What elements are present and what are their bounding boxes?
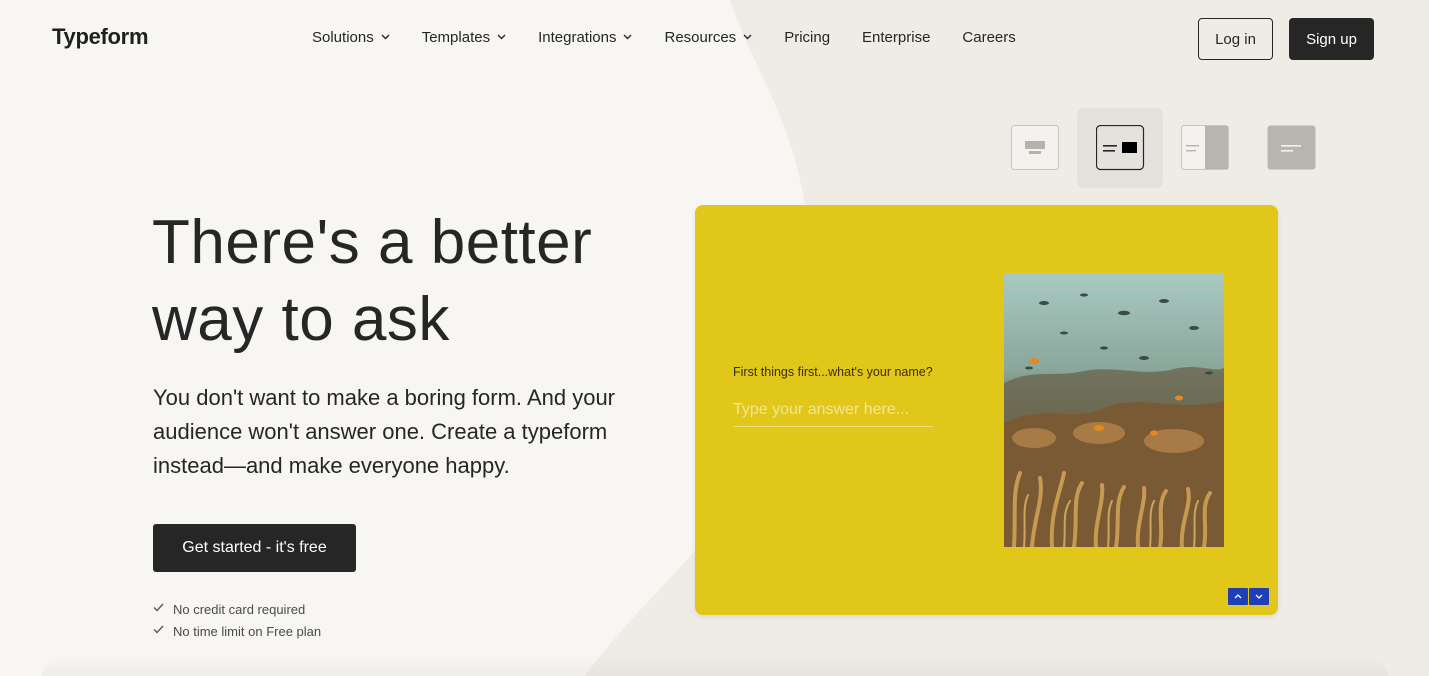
page: Typeform Solutions Templates Integration… <box>0 0 1429 676</box>
section-edge-shadow <box>40 655 1390 676</box>
layout-split-icon[interactable] <box>1095 124 1146 171</box>
signup-button[interactable]: Sign up <box>1289 18 1374 60</box>
nav-pricing[interactable]: Pricing <box>784 29 830 46</box>
nav-enterprise[interactable]: Enterprise <box>862 29 930 46</box>
typeform-logo[interactable]: Typeform <box>52 24 149 50</box>
form-preview: First things first...what's your name? T… <box>695 205 1278 615</box>
benefit-text: No time limit on Free plan <box>173 623 322 639</box>
checkmark-icon <box>153 603 165 615</box>
chevron-down-icon <box>623 32 632 42</box>
benefit-item: No time limit on Free plan <box>153 620 321 642</box>
nav-resources-label: Resources <box>664 29 737 46</box>
layout-stack-icon[interactable] <box>1011 125 1061 171</box>
benefit-item: No credit card required <box>153 598 321 620</box>
benefits-list: No credit card required No time limit on… <box>153 598 321 642</box>
nav-solutions[interactable]: Solutions <box>312 29 390 46</box>
nav-pricing-label: Pricing <box>784 29 831 46</box>
chevron-down-icon <box>743 32 752 42</box>
preview-navigation <box>1228 588 1270 605</box>
nav-integrations-label: Integrations <box>538 29 617 46</box>
nav-templates-label: Templates <box>421 29 491 46</box>
layout-side-image-icon[interactable] <box>1181 125 1231 171</box>
hero-title: There's a better way to ask <box>152 204 672 358</box>
chevron-up-icon[interactable] <box>1228 588 1248 605</box>
layout-wallpaper-icon[interactable] <box>1267 125 1317 171</box>
hero-title-line2: way to ask <box>152 285 450 354</box>
nav-enterprise-label: Enterprise <box>862 29 931 46</box>
nav-careers[interactable]: Careers <box>962 29 1015 46</box>
hero-title-line1: There's a better <box>152 208 593 277</box>
benefit-text: No credit card required <box>173 601 306 617</box>
coral-reef-image <box>1004 273 1224 547</box>
preview-answer-input[interactable]: Type your answer here... <box>733 401 933 427</box>
nav-solutions-label: Solutions <box>312 29 374 46</box>
login-button[interactable]: Log in <box>1198 18 1273 60</box>
chevron-down-icon[interactable] <box>1249 588 1269 605</box>
chevron-down-icon <box>497 32 506 42</box>
nav-templates[interactable]: Templates <box>422 29 506 46</box>
chevron-down-icon <box>381 32 390 42</box>
nav-careers-label: Careers <box>962 29 1016 46</box>
main-nav: Solutions Templates Integrations Resourc… <box>312 29 1048 46</box>
hero-subtitle: You don't want to make a boring form. An… <box>153 385 615 478</box>
nav-resources[interactable]: Resources <box>664 29 752 46</box>
checkmark-icon <box>153 625 165 637</box>
preview-question: First things first...what's your name? <box>733 365 933 379</box>
get-started-button[interactable]: Get started - it's free <box>153 524 356 572</box>
nav-integrations[interactable]: Integrations <box>538 29 632 46</box>
